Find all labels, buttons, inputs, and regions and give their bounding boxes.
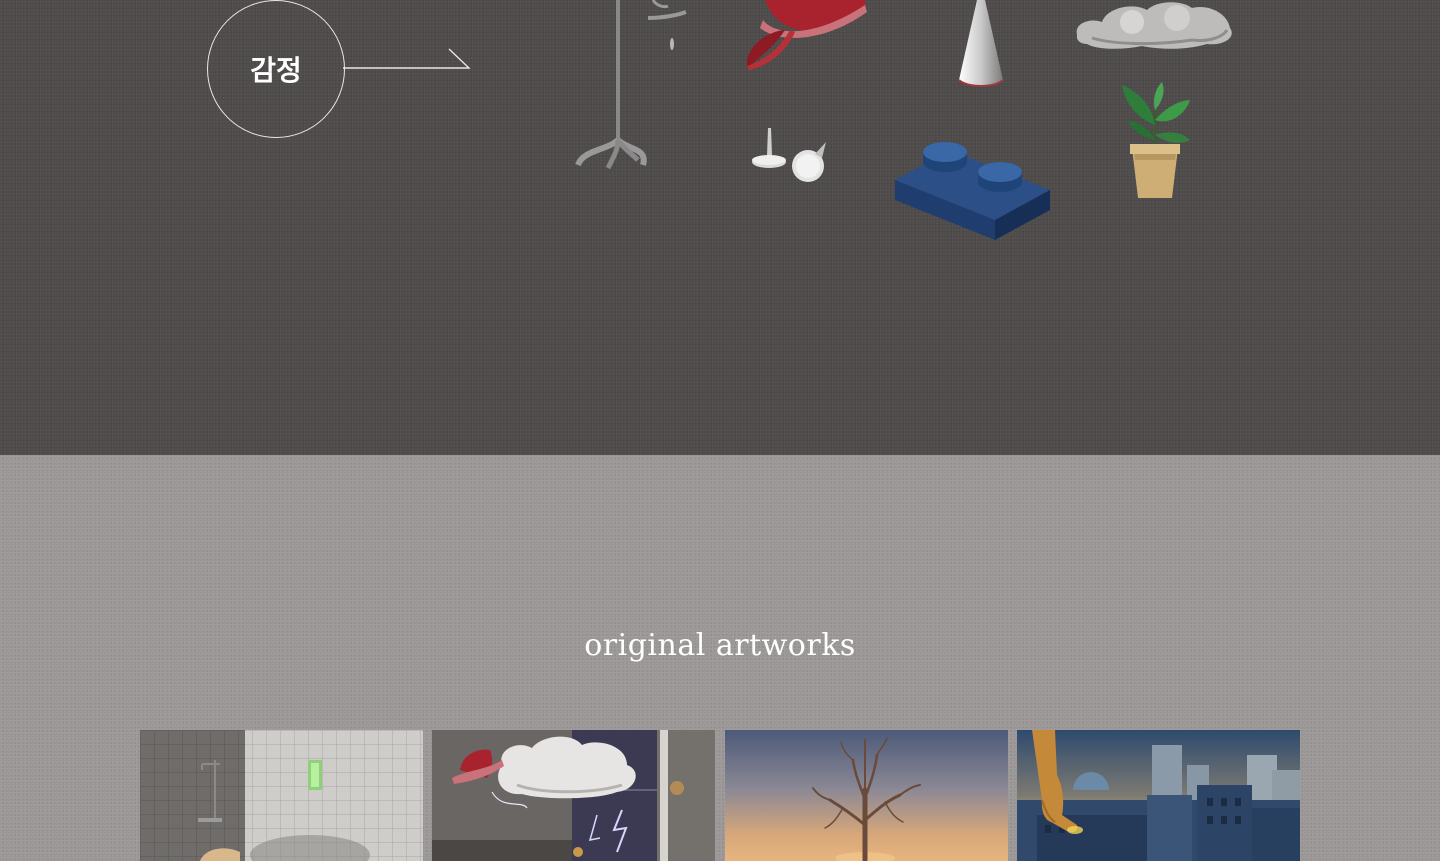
artworks-section-title: original artworks — [584, 628, 856, 663]
artwork-hand-city[interactable] — [1017, 730, 1300, 861]
artwork-shower-room[interactable] — [140, 730, 423, 861]
cone-icon[interactable] — [955, 0, 1005, 92]
emotion-category-label: 감정 — [250, 54, 302, 87]
emotion-section: 감정 — [0, 0, 1440, 455]
tree-sunset-scene-thumbnail — [725, 730, 1008, 861]
fedora-hat-icon[interactable] — [745, 0, 875, 72]
artwork-bare-tree[interactable] — [725, 730, 1008, 861]
storm-cloud-scene-thumbnail — [432, 730, 715, 861]
brick-icon[interactable] — [890, 140, 1055, 245]
plant-icon[interactable] — [1110, 80, 1200, 205]
shower-scene-thumbnail — [140, 730, 423, 861]
artwork-hat-cloud[interactable] — [432, 730, 715, 861]
city-hand-scene-thumbnail — [1017, 730, 1300, 861]
iv-stand-icon[interactable] — [568, 0, 698, 180]
cloud-icon[interactable] — [1072, 0, 1237, 52]
thumbtack-icon[interactable] — [750, 128, 830, 186]
arrow-right-icon — [343, 48, 471, 69]
emotion-category-button[interactable]: 감정 — [207, 0, 345, 138]
